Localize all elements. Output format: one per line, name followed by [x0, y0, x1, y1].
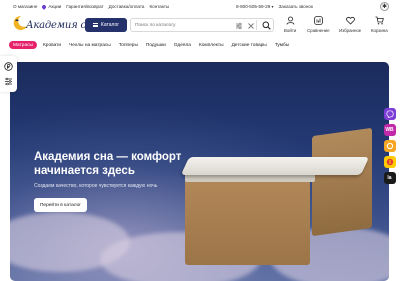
- bed-frame: [185, 170, 310, 265]
- compare-action[interactable]: Сравнение: [307, 15, 330, 33]
- login-action[interactable]: Войти: [284, 15, 296, 33]
- catalog-button[interactable]: Каталог: [85, 18, 127, 32]
- phone-number-text: 8-800-505-59-29: [236, 4, 271, 9]
- compare-label: Сравнение: [307, 28, 330, 33]
- catalog-button-label: Каталог: [100, 22, 120, 28]
- menu-icon: [92, 23, 98, 27]
- search-input[interactable]: [135, 21, 225, 30]
- favorites-label: Избранное: [339, 28, 362, 33]
- hero-title: Академия сна — комфорт начинается здесь: [34, 151, 182, 177]
- yandex-market-icon[interactable]: [383, 156, 396, 168]
- clear-icon[interactable]: [247, 22, 255, 30]
- chevron-down-icon: ▾: [271, 4, 274, 9]
- nav-item-pillows[interactable]: Подушки: [146, 43, 166, 48]
- viber-icon[interactable]: [383, 108, 396, 120]
- heart-icon: [345, 15, 355, 25]
- ozon-icon[interactable]: [383, 140, 396, 152]
- wildberries-icon[interactable]: WB: [383, 124, 396, 136]
- nav-item-nightstands[interactable]: Тумбы: [275, 43, 289, 48]
- nav-item-kids[interactable]: Детские товары: [232, 43, 267, 48]
- lamoda-text: la: [387, 175, 392, 181]
- nav-item-toppers[interactable]: Топперы: [119, 43, 138, 48]
- sliders-icon[interactable]: [4, 77, 13, 86]
- nav-item-beds[interactable]: Кровати: [43, 43, 61, 48]
- search-button[interactable]: [260, 19, 272, 31]
- top-bar: О магазине Акции Гарантия/возврат Достав…: [0, 0, 400, 14]
- wildberries-text: WB: [385, 127, 394, 133]
- bed-headboard: [312, 127, 372, 237]
- link-contacts[interactable]: Контакты: [149, 4, 169, 9]
- side-tools: [0, 56, 17, 92]
- filter-icon[interactable]: [235, 22, 243, 30]
- mattress-image: [180, 157, 370, 175]
- link-delivery[interactable]: Доставка/оплата: [109, 4, 145, 9]
- nav-item-blankets[interactable]: Одеяла: [174, 43, 191, 48]
- nav-item-mattresses[interactable]: Матрасы: [9, 41, 37, 49]
- compare-icon: [313, 15, 323, 25]
- currency-icon[interactable]: [4, 62, 13, 71]
- cart-icon: [374, 15, 384, 25]
- go-to-catalog-button[interactable]: Перейти в каталог: [34, 198, 87, 212]
- login-label: Войти: [284, 28, 297, 33]
- contact-block: 8-800-505-59-29 ▾ Заказать звонок: [236, 4, 313, 9]
- info-links: О магазине Акции Гарантия/возврат Достав…: [13, 3, 169, 10]
- search-divider: [256, 20, 257, 30]
- phone-number[interactable]: 8-800-505-59-29 ▾: [236, 4, 274, 9]
- user-icon: [285, 15, 295, 25]
- link-promotions[interactable]: Акции: [41, 3, 62, 10]
- promo-icon: [41, 3, 48, 10]
- link-promotions-label: Акции: [48, 4, 62, 9]
- link-warranty[interactable]: Гарантия/возврат: [66, 4, 103, 9]
- hero-subtitle: Создаем качество, которое чувствуется ка…: [34, 183, 158, 189]
- search-bar: [130, 18, 274, 32]
- cart-action[interactable]: Корзина: [371, 15, 388, 33]
- link-about[interactable]: О магазине: [13, 4, 37, 9]
- nav-item-mattress-covers[interactable]: Чехлы на матрасы: [69, 43, 111, 48]
- logo[interactable]: Академия сна: [12, 14, 98, 34]
- marketplace-badges: WB la: [383, 108, 396, 184]
- lamoda-icon[interactable]: la: [383, 172, 396, 184]
- search-icon: [262, 21, 271, 30]
- settings-icon[interactable]: ✱: [380, 2, 389, 11]
- hero-banner: Академия сна — комфорт начинается здесь …: [10, 62, 389, 281]
- cart-label: Корзина: [371, 28, 388, 33]
- callback-link[interactable]: Заказать звонок: [279, 4, 313, 9]
- favorites-action[interactable]: Избранное: [339, 15, 361, 33]
- category-nav: Матрасы Кровати Чехлы на матрасы Топперы…: [9, 40, 297, 50]
- nav-item-sets[interactable]: Комплекты: [199, 43, 224, 48]
